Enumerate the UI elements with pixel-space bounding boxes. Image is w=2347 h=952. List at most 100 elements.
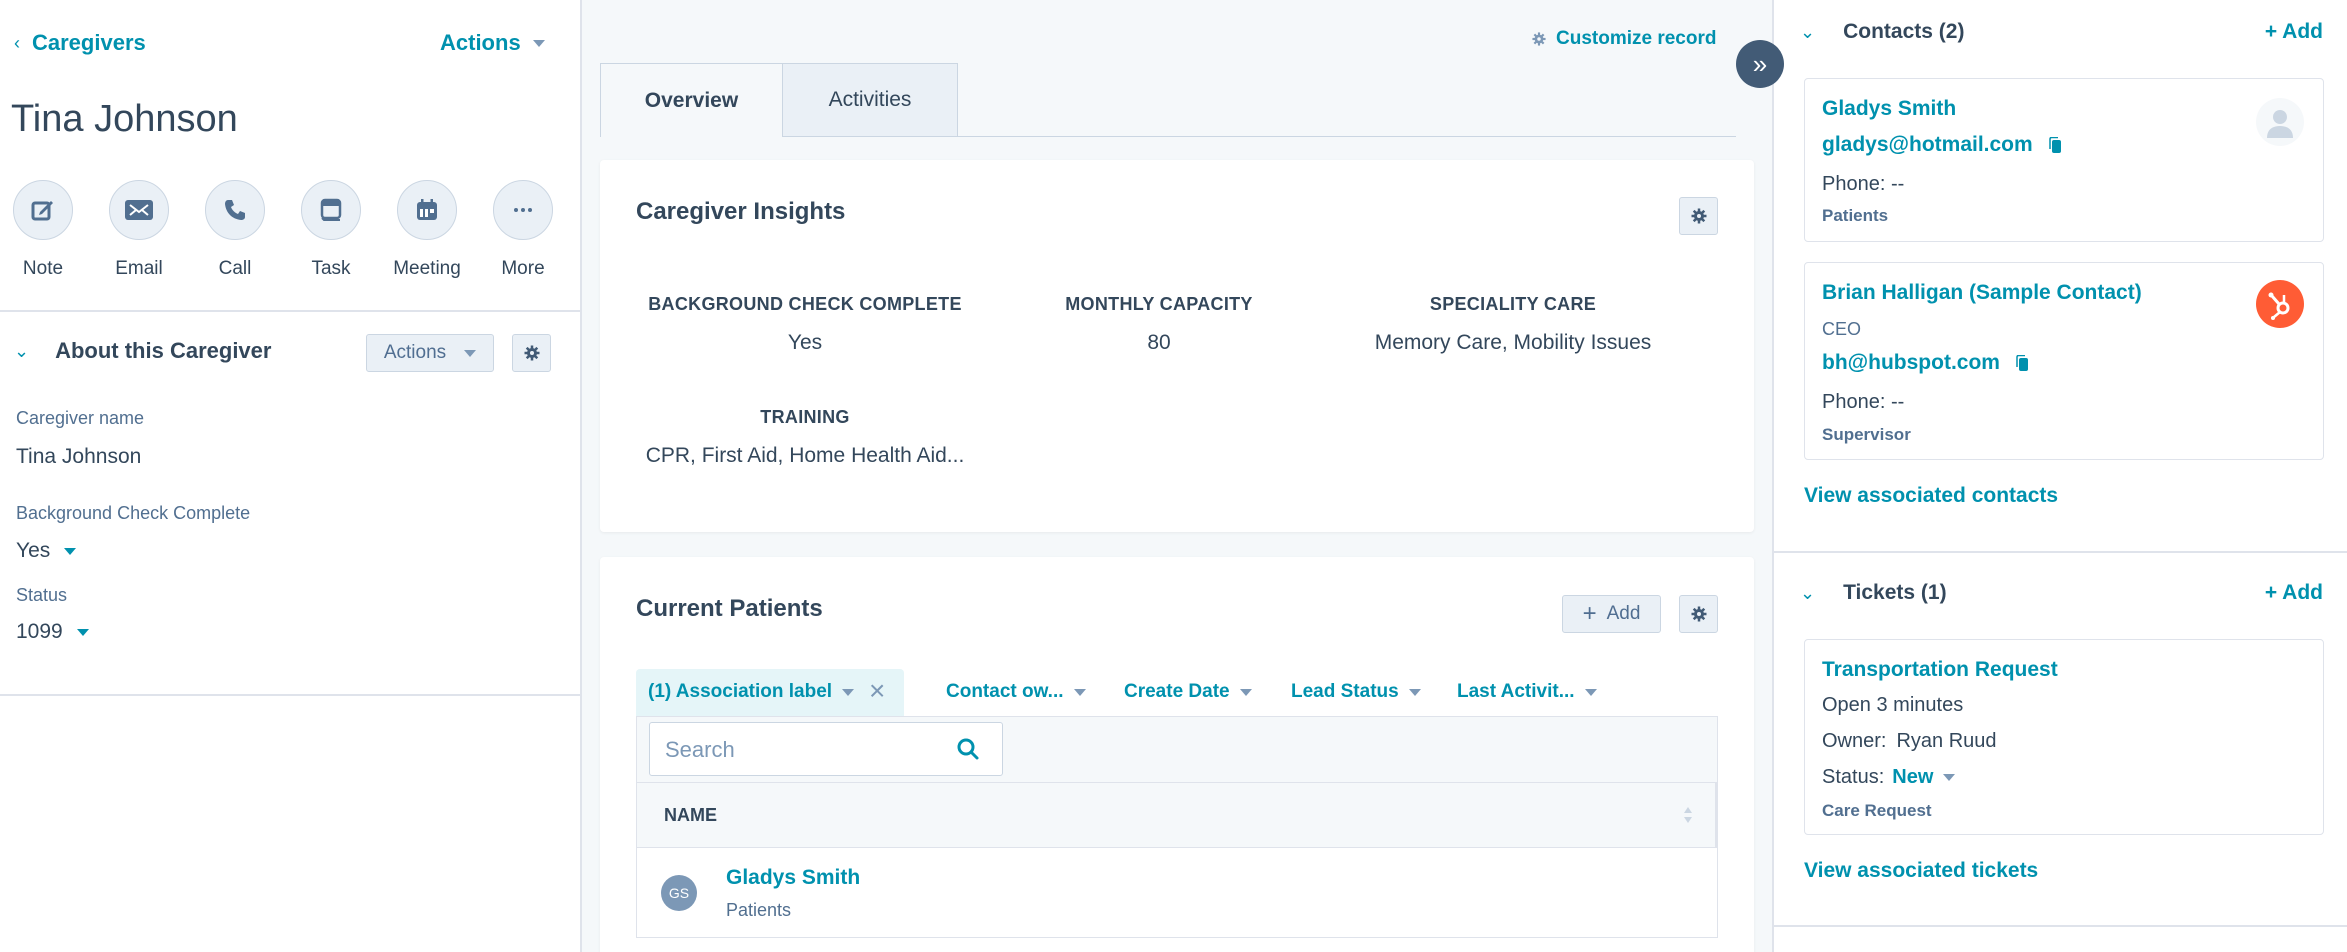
divider xyxy=(1774,551,2347,553)
insight-item: SPECIALITY CARE Memory Care, Mobility Is… xyxy=(1348,294,1678,355)
property-value: 1099 xyxy=(16,620,63,643)
filter-contact-owner[interactable]: Contact ow... xyxy=(946,681,1086,703)
caregiver-name-field[interactable]: Tina Johnson xyxy=(16,445,141,469)
column-header-name[interactable]: NAME xyxy=(664,805,717,826)
add-contact-link[interactable]: + Add xyxy=(2265,20,2323,44)
contact-email-link[interactable]: bh@hubspot.com xyxy=(1822,351,2000,375)
ticket-pipeline-tag: Care Request xyxy=(1822,801,1932,820)
copy-icon[interactable] xyxy=(2016,355,2028,371)
contact-email-link[interactable]: gladys@hotmail.com xyxy=(1822,133,2033,157)
about-actions-label: Actions xyxy=(383,342,447,363)
owner-value: Ryan Ruud xyxy=(1896,730,1997,752)
gear-icon xyxy=(524,345,539,361)
status-select[interactable]: New xyxy=(1892,766,1956,789)
contact-name-link[interactable]: Brian Halligan (Sample Contact) xyxy=(1822,281,2142,305)
patient-label: Patients xyxy=(726,900,792,920)
insight-key: SPECIALITY CARE xyxy=(1429,294,1597,314)
add-ticket-link[interactable]: + Add xyxy=(2265,581,2323,605)
avatar: GS xyxy=(661,875,697,911)
customize-record-link[interactable]: Customize record xyxy=(1532,28,1716,50)
search-input[interactable]: Search xyxy=(649,722,1003,776)
ticket-status: Status: New xyxy=(1822,766,1956,789)
task-label: Task xyxy=(311,258,351,279)
activity-buttons: Note Email Call Task Meeting More xyxy=(13,180,553,280)
status-label: Status: xyxy=(1822,766,1885,788)
owner-label: Owner: xyxy=(1822,730,1887,752)
status-select[interactable]: 1099 xyxy=(16,620,89,644)
association-tag: Supervisor xyxy=(1822,425,1911,444)
patient-name-link[interactable]: Gladys Smith xyxy=(726,866,860,890)
add-patient-button[interactable]: + Add xyxy=(1562,595,1661,633)
caret-down-icon xyxy=(1943,774,1956,781)
sort-icon[interactable] xyxy=(1683,805,1693,825)
contact-card: Brian Halligan (Sample Contact) CEO bh@h… xyxy=(1804,262,2324,460)
expand-sidebar-button[interactable]: » xyxy=(1736,40,1784,88)
current-patients-card: Current Patients + Add (1) Association l… xyxy=(600,557,1754,952)
caret-down-icon xyxy=(1239,688,1252,696)
tab-activities[interactable]: Activities xyxy=(783,63,958,137)
more-button[interactable]: More xyxy=(493,180,553,280)
about-settings-button[interactable] xyxy=(512,334,551,372)
status-value: New xyxy=(1892,766,1934,788)
chevron-left-icon: ‹ xyxy=(14,32,20,53)
insights-settings-button[interactable] xyxy=(1679,197,1718,235)
filter-last-activity[interactable]: Last Activit... xyxy=(1457,681,1597,703)
back-link-label: Caregivers xyxy=(32,30,146,55)
table-toolbar: Search xyxy=(636,716,1718,782)
property-label: Background Check Complete xyxy=(16,503,251,523)
right-sidebar: ⌄ Contacts (2) + Add Gladys Smith gladys… xyxy=(1772,0,2347,952)
back-to-caregivers-link[interactable]: ‹ Caregivers xyxy=(14,30,146,56)
property-value: Tina Johnson xyxy=(16,445,142,468)
contact-name-link[interactable]: Gladys Smith xyxy=(1822,97,1956,121)
tickets-section-toggle[interactable]: ⌄ Tickets (1) xyxy=(1800,581,1947,605)
left-sidebar: ‹ Caregivers Actions Tina Johnson Note E… xyxy=(0,0,582,952)
call-icon xyxy=(225,200,245,220)
task-icon xyxy=(320,198,342,221)
property-value: Yes xyxy=(16,539,51,562)
meeting-button[interactable]: Meeting xyxy=(393,180,461,280)
ticket-owner: Owner: Ryan Ruud xyxy=(1822,730,1997,753)
caret-down-icon xyxy=(532,39,545,47)
gear-icon xyxy=(1691,606,1706,622)
email-button[interactable]: Email xyxy=(109,180,169,280)
insight-item: BACKGROUND CHECK COMPLETE Yes xyxy=(640,294,970,355)
meeting-label: Meeting xyxy=(393,258,461,279)
about-section-toggle[interactable]: ⌄ About this Caregiver xyxy=(14,338,271,364)
view-associated-tickets-link[interactable]: View associated tickets xyxy=(1804,859,2038,883)
patients-settings-button[interactable] xyxy=(1679,595,1718,633)
main-content: Customize record Overview Activities Car… xyxy=(582,0,1772,952)
filter-label: Lead Status xyxy=(1291,681,1399,702)
caret-down-icon xyxy=(76,628,89,636)
more-label: More xyxy=(501,258,545,279)
search-placeholder: Search xyxy=(665,737,735,762)
copy-icon[interactable] xyxy=(2048,137,2061,153)
view-associated-contacts-link[interactable]: View associated contacts xyxy=(1804,484,2058,508)
gear-icon xyxy=(1532,32,1546,46)
tickets-section-title: Tickets (1) xyxy=(1843,581,1947,604)
filter-association-label[interactable]: (1) Association label × xyxy=(636,669,904,716)
task-button[interactable]: Task xyxy=(301,180,361,280)
record-actions-menu[interactable]: Actions xyxy=(440,30,545,56)
caret-down-icon xyxy=(1584,688,1597,696)
about-actions-button[interactable]: Actions xyxy=(366,334,494,372)
insight-key: MONTHLY CAPACITY xyxy=(1065,294,1253,314)
filter-lead-status[interactable]: Lead Status xyxy=(1291,681,1421,703)
caret-down-icon xyxy=(464,349,477,357)
association-tag: Patients xyxy=(1822,206,1889,225)
card-title: Caregiver Insights xyxy=(636,198,846,225)
contact-card: Gladys Smith gladys@hotmail.com Phone: -… xyxy=(1804,78,2324,242)
call-button[interactable]: Call xyxy=(205,180,265,280)
filter-label: Last Activit... xyxy=(1457,681,1575,702)
double-chevron-right-icon: » xyxy=(1752,48,1768,79)
filter-label: (1) Association label xyxy=(648,681,833,702)
background-check-select[interactable]: Yes xyxy=(16,539,77,563)
ticket-name-link[interactable]: Transportation Request xyxy=(1822,658,2058,682)
tab-overview[interactable]: Overview xyxy=(600,63,783,137)
note-button[interactable]: Note xyxy=(13,180,73,280)
email-label: Email xyxy=(115,258,163,279)
insight-value: 80 xyxy=(1147,331,1171,354)
contact-phone: Phone: -- xyxy=(1822,173,1905,195)
filter-create-date[interactable]: Create Date xyxy=(1124,681,1252,703)
contacts-section-toggle[interactable]: ⌄ Contacts (2) xyxy=(1800,20,1964,44)
clear-filter-icon[interactable]: × xyxy=(869,675,885,707)
